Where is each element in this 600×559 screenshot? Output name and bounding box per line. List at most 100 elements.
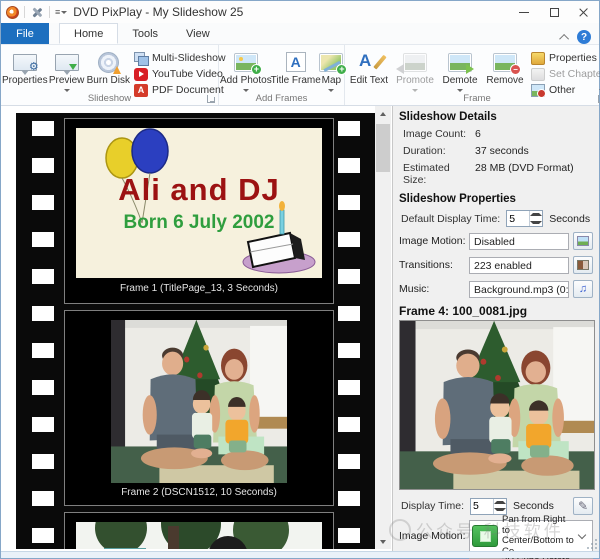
music-label: Music: xyxy=(399,283,469,295)
add-photos-button[interactable]: Add Photos xyxy=(220,47,272,95)
add-photos-icon xyxy=(235,54,257,71)
map-button[interactable]: Map xyxy=(320,47,343,95)
youtube-video-button[interactable]: YouTube Video xyxy=(131,66,217,82)
promote-button: Promote xyxy=(392,47,438,95)
window-title: DVD PixPlay - My Slideshow 25 xyxy=(73,5,243,19)
multi-slideshow-button[interactable]: Multi-Slideshow xyxy=(131,50,217,66)
frame-image-motion-label: Image Motion: xyxy=(399,530,469,542)
promote-icon xyxy=(404,54,426,71)
dialog-launcher-icon[interactable] xyxy=(207,95,215,103)
minimize-icon xyxy=(519,12,529,13)
slideshow-stack: Multi-Slideshow YouTube Video PDF Docume… xyxy=(131,47,217,98)
help-icon[interactable] xyxy=(577,30,591,44)
maximize-button[interactable] xyxy=(539,1,569,23)
scrollbar-thumb[interactable] xyxy=(376,124,390,172)
estimated-size-label: Estimated Size: xyxy=(403,162,475,186)
duration-value: 37 seconds xyxy=(475,145,529,157)
scroll-up-button[interactable] xyxy=(375,106,391,121)
properties-panel: Slideshow Details Image Count: 6 Duratio… xyxy=(392,106,599,551)
duration-row: Duration: 37 seconds xyxy=(403,145,593,157)
frame4-heading: Frame 4: 100_0081.jpg xyxy=(399,304,593,318)
edit-text-button[interactable]: Edit Text xyxy=(346,47,392,95)
divider xyxy=(49,6,50,18)
spin-up-button[interactable] xyxy=(530,211,542,219)
title-frame-icon xyxy=(286,52,306,72)
spin-down-button[interactable] xyxy=(530,219,542,227)
frame4-preview-photo xyxy=(399,320,595,490)
film-sprockets-right xyxy=(338,113,360,549)
minimize-button[interactable] xyxy=(509,1,539,23)
close-icon xyxy=(579,7,589,17)
display-time-row: Display Time: Seconds xyxy=(401,497,593,515)
film-frame-1[interactable]: Ali and DJ Born 6 July 2002 Frame 1 (Tit… xyxy=(64,118,334,304)
music-field[interactable]: Background.mp3 (0:08) xyxy=(469,281,569,298)
image-count-label: Image Count: xyxy=(403,128,475,140)
spin-down-button[interactable] xyxy=(494,506,506,514)
demote-icon xyxy=(449,54,471,71)
triangle-down-icon xyxy=(380,540,386,544)
triangle-up-icon xyxy=(494,501,506,504)
image-count-value: 6 xyxy=(475,128,481,140)
slideshow-properties-heading: Slideshow Properties xyxy=(399,193,593,205)
preview-screen-icon xyxy=(55,54,79,71)
tab-tools[interactable]: Tools xyxy=(118,23,172,44)
quick-access-tools-icon[interactable] xyxy=(30,6,44,19)
youtube-icon xyxy=(134,68,148,81)
tab-home[interactable]: Home xyxy=(59,23,118,44)
minus-badge-icon xyxy=(510,64,521,75)
image-motion-row: Image Motion: Disabled xyxy=(399,232,593,250)
slideshow-details-heading: Slideshow Details xyxy=(399,111,593,123)
chevron-down-icon xyxy=(457,89,463,92)
tab-view[interactable]: View xyxy=(172,23,224,44)
preview-button[interactable]: Preview xyxy=(48,47,86,95)
music-row: Music: Background.mp3 (0:08) xyxy=(399,280,593,298)
frame3-photo xyxy=(76,522,322,549)
pan-motion-icon xyxy=(472,525,498,547)
edit-text-icon xyxy=(358,51,380,73)
film-sprockets-left xyxy=(32,113,54,549)
music-settings-button[interactable] xyxy=(573,280,593,298)
app-logo-icon xyxy=(6,6,19,19)
demote-button[interactable]: Demote xyxy=(438,47,482,95)
spin-up-button[interactable] xyxy=(494,499,506,507)
triangle-down-icon xyxy=(530,221,542,224)
plus-badge-icon xyxy=(251,64,262,75)
collapse-ribbon-icon[interactable] xyxy=(559,33,569,43)
transitions-settings-button[interactable] xyxy=(573,256,593,274)
film-frame-2[interactable]: Frame 2 (DSCN1512, 10 Seconds) xyxy=(64,310,334,506)
filmstrip-scrollbar[interactable] xyxy=(375,106,391,549)
group-label-frame: Frame xyxy=(345,93,600,104)
image-motion-settings-button[interactable] xyxy=(573,232,593,250)
app-window: ≡ DVD PixPlay - My Slideshow 25 File Hom… xyxy=(0,0,600,559)
estimated-size-value: 28 MB (DVD Format) xyxy=(475,162,574,186)
ribbon-tabs: File Home Tools View xyxy=(1,23,599,44)
close-button[interactable] xyxy=(569,1,599,23)
scroll-down-button[interactable] xyxy=(375,534,391,549)
image-motion-field[interactable]: Disabled xyxy=(469,233,569,250)
remove-button[interactable]: Remove xyxy=(482,47,528,95)
title-frame-button[interactable]: Title Frame xyxy=(272,47,320,95)
chevron-down-icon xyxy=(64,89,70,92)
frame1-caption: Frame 1 (TitlePage_13, 3 Seconds) xyxy=(65,283,333,294)
tab-file[interactable]: File xyxy=(1,23,49,44)
resize-grip[interactable] xyxy=(587,539,597,549)
quick-access-dropdown[interactable]: ≡ xyxy=(55,8,67,17)
seconds-label: Seconds xyxy=(549,213,590,225)
ribbon-group-add-frames: Add Photos Title Frame Map Add Frames xyxy=(219,45,345,105)
default-display-time-spinner xyxy=(506,210,543,227)
transitions-field[interactable]: 223 enabled xyxy=(469,257,569,274)
frame-image-motion-select[interactable]: Pan from Right to Center/Bottom to Ce... xyxy=(469,520,593,552)
display-time-input[interactable] xyxy=(471,499,493,514)
image-motion-label: Image Motion: xyxy=(399,235,469,247)
window-controls xyxy=(509,1,599,23)
edit-caption-button[interactable] xyxy=(573,497,593,515)
frame-properties-button[interactable]: Properties xyxy=(528,50,600,66)
film-frame-3[interactable] xyxy=(64,512,334,549)
properties-button[interactable]: Properties xyxy=(2,47,48,95)
transitions-label: Transitions: xyxy=(399,259,469,271)
burn-disk-button[interactable]: Burn Disk xyxy=(86,47,131,95)
duration-label: Duration: xyxy=(403,145,475,157)
divider xyxy=(24,6,25,18)
frame2-caption: Frame 2 (DSCN1512, 10 Seconds) xyxy=(65,487,333,498)
default-display-time-input[interactable] xyxy=(507,211,529,226)
